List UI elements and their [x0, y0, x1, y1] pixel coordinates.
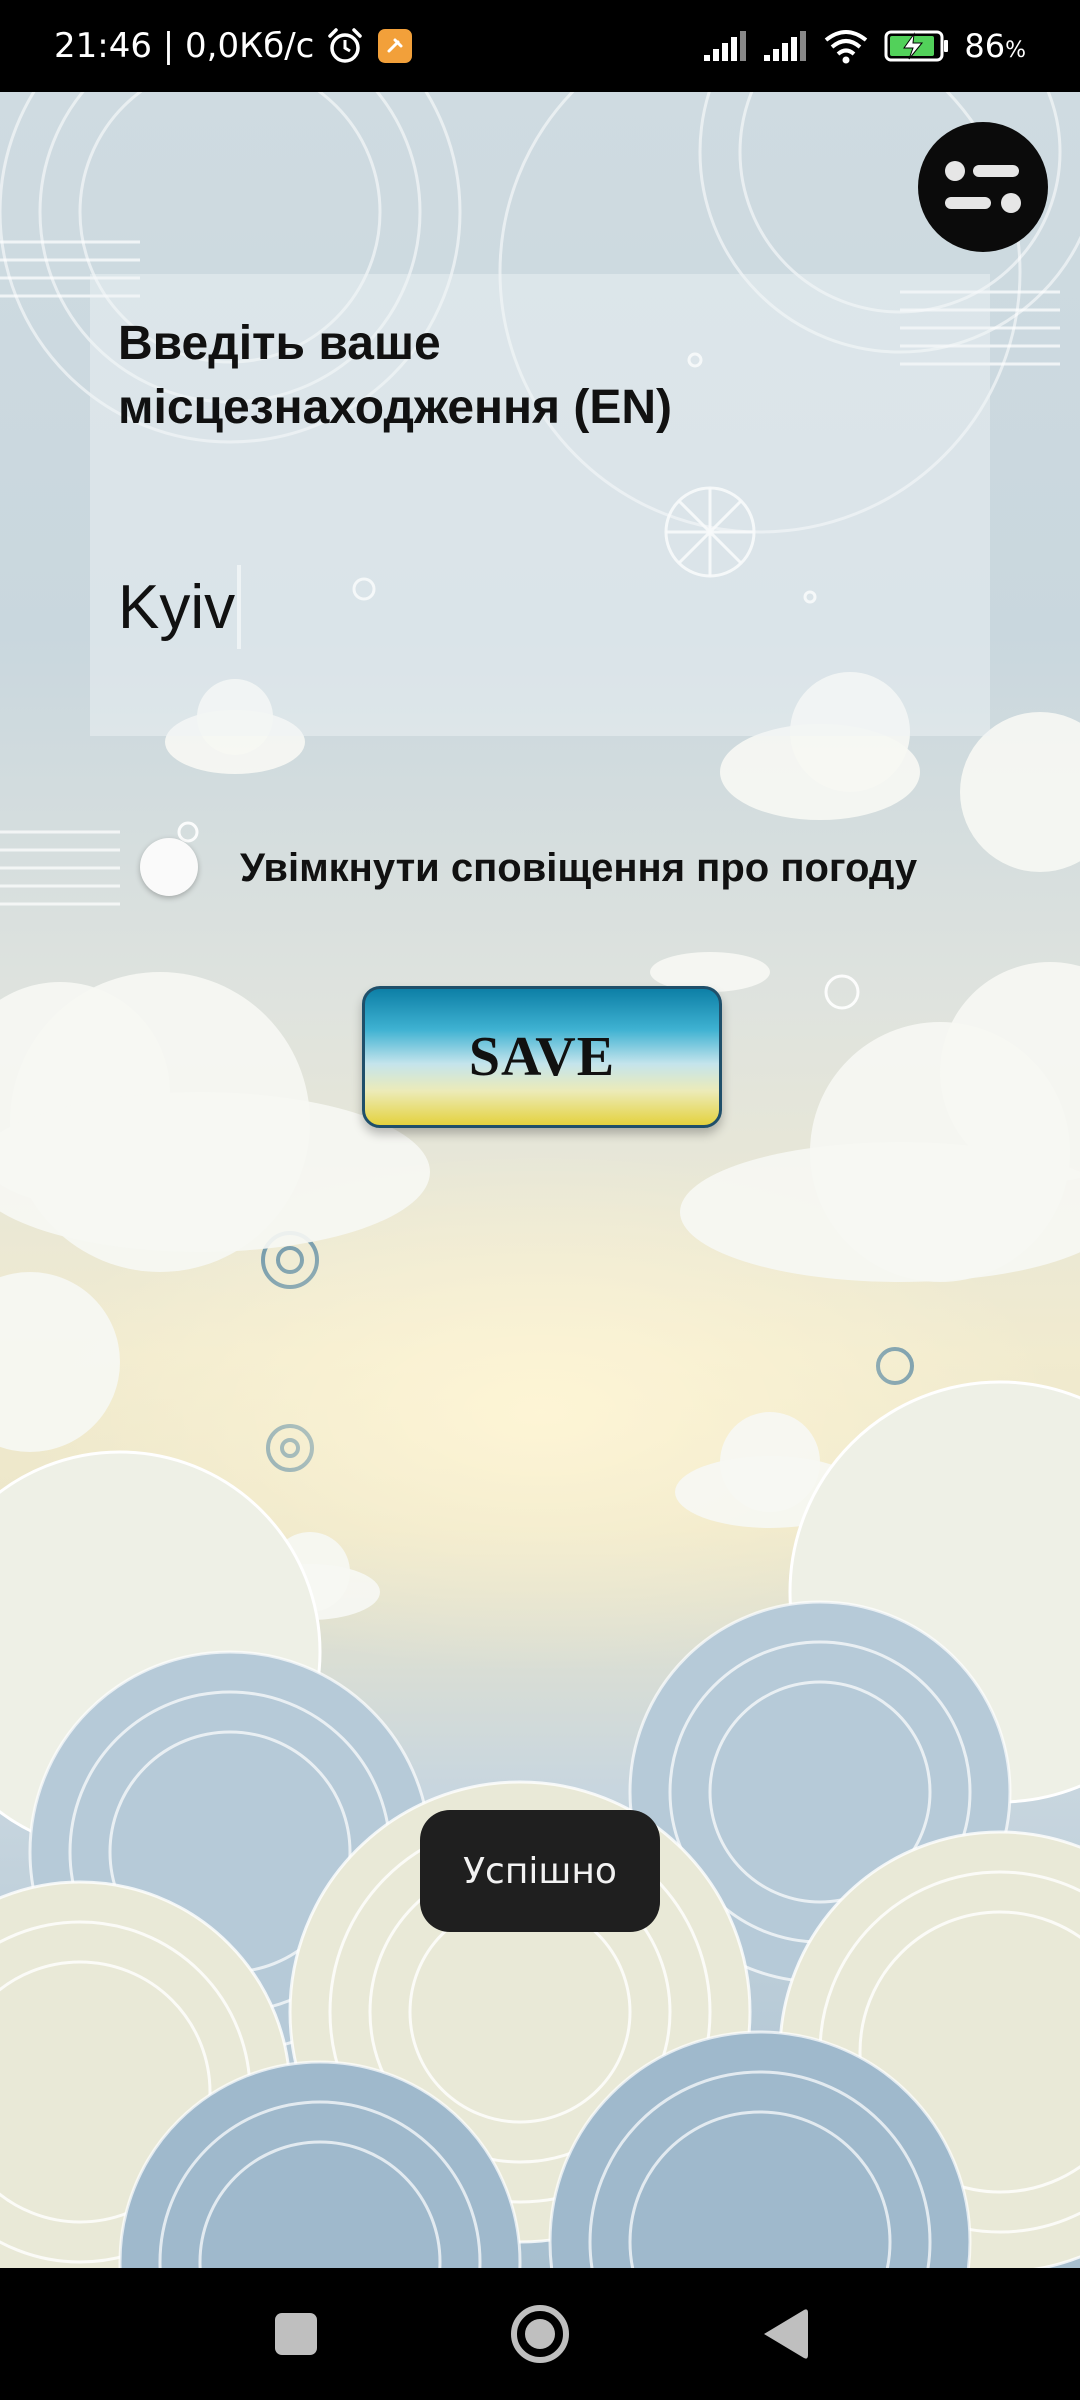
status-bar: 21:46 | 0,0Кб/с 86% [0, 0, 1080, 92]
circle-home-icon[interactable] [510, 2304, 570, 2364]
text-cursor [237, 565, 242, 649]
battery-percent: 86% [964, 27, 1026, 65]
alarm-clock-icon [328, 28, 363, 63]
battery-percent-unit: % [1005, 38, 1026, 63]
battery-charging-icon [884, 30, 949, 62]
save-button[interactable]: SAVE [362, 986, 722, 1128]
weather-notification-toggle[interactable] [140, 838, 198, 896]
status-left: 21:46 | 0,0Кб/с [54, 0, 413, 92]
navigation-bar [0, 2268, 1080, 2400]
settings-sliders-icon [945, 161, 1021, 213]
status-time: 21:46 | 0,0Кб/с [54, 26, 315, 66]
location-label: Введіть ваше місцезнаходження (EN) [118, 317, 673, 434]
app-notification-icon [378, 29, 413, 63]
triangle-back-icon[interactable] [756, 2304, 816, 2364]
battery-percent-value: 86 [964, 27, 1006, 65]
app-screen: Введіть ваше місцезнаходження (EN) Kyiv … [0, 92, 1080, 2268]
success-toast: Успішно [420, 1810, 660, 1932]
settings-menu-button[interactable] [918, 122, 1048, 252]
wifi-icon [825, 30, 868, 64]
signal-icon-sim2 [764, 31, 807, 61]
status-right: 86% [702, 0, 1026, 92]
notification-toggle-label: Увімкнути сповіщення про погоду [240, 845, 918, 890]
signal-icon-sim1 [704, 31, 747, 61]
location-input[interactable]: Kyiv [118, 562, 718, 652]
location-input-value: Kyiv [118, 572, 236, 642]
square-recents-icon[interactable] [266, 2304, 326, 2364]
